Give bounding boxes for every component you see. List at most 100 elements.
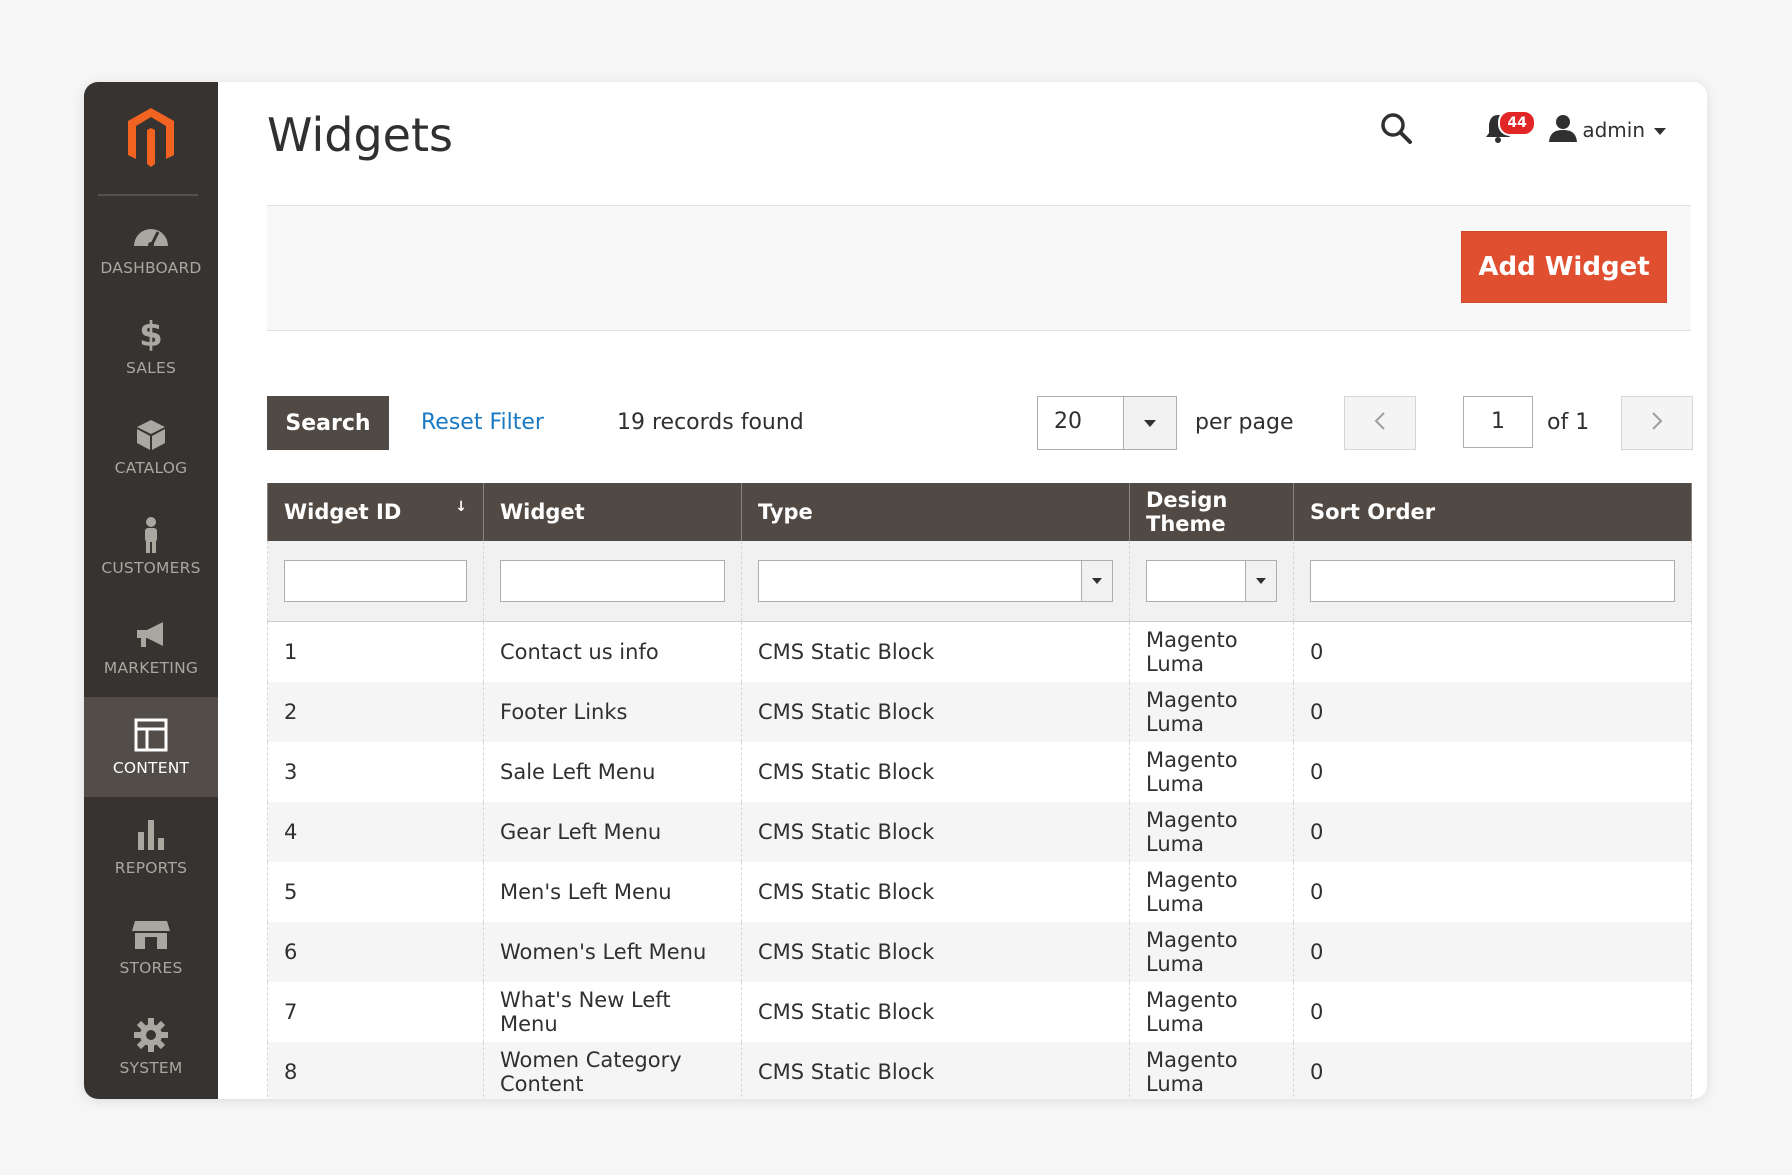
cell-design-theme: Magento Luma (1129, 802, 1294, 862)
table-row[interactable]: 4 Gear Left Menu CMS Static Block Magent… (267, 802, 1692, 862)
filter-sort-order-input[interactable] (1310, 560, 1675, 602)
filter-design-theme-select[interactable] (1146, 560, 1277, 602)
user-icon (1548, 114, 1578, 146)
nav-label: SALES (126, 359, 176, 377)
cell-widget: What's New Left Menu (483, 982, 742, 1042)
cell-widget-id: 6 (267, 922, 484, 982)
bar-chart-icon (135, 817, 167, 853)
cell-sort-order: 0 (1293, 682, 1692, 742)
filter-cell (483, 541, 742, 622)
column-header-widget-id[interactable]: Widget ID ↓ (267, 483, 484, 541)
cell-design-theme: Magento Luma (1129, 621, 1294, 682)
filter-type-select[interactable] (758, 560, 1113, 602)
table-row[interactable]: 1 Contact us info CMS Static Block Magen… (267, 621, 1692, 682)
app-window: DASHBOARD $ SALES CATALOG CUSTOMERS MARK… (84, 82, 1707, 1099)
next-page-button[interactable] (1621, 396, 1693, 450)
search-icon (1379, 111, 1413, 149)
caret-down-icon (1245, 561, 1276, 601)
nav-label: SYSTEM (119, 1059, 183, 1077)
cell-widget: Gear Left Menu (483, 802, 742, 862)
per-page-select[interactable]: 20 (1037, 396, 1177, 450)
nav-label: MARKETING (103, 659, 199, 677)
per-page-label: per page (1195, 410, 1294, 435)
table-row[interactable]: 5 Men's Left Menu CMS Static Block Magen… (267, 862, 1692, 922)
cell-type: CMS Static Block (741, 742, 1130, 802)
nav-item-system[interactable]: SYSTEM (84, 997, 218, 1097)
gear-icon (133, 1017, 169, 1053)
table-row[interactable]: 2 Footer Links CMS Static Block Magento … (267, 682, 1692, 742)
filter-cell (1293, 541, 1692, 622)
nav-item-catalog[interactable]: CATALOG (84, 397, 218, 497)
nav-item-customers[interactable]: CUSTOMERS (84, 497, 218, 597)
nav-label: CONTENT (112, 759, 190, 777)
cell-sort-order: 0 (1293, 802, 1692, 862)
cell-sort-order: 0 (1293, 922, 1692, 982)
cell-widget: Women's Left Menu (483, 922, 742, 982)
cell-sort-order: 0 (1293, 742, 1692, 802)
grid-search-button[interactable]: Search (267, 396, 389, 450)
widgets-grid: Widget ID ↓ Widget Type Design Theme Sort… (267, 483, 1692, 1099)
user-name: admin (1582, 118, 1645, 142)
filter-row (267, 541, 1692, 622)
cell-widget-id: 7 (267, 982, 484, 1042)
nav-item-marketing[interactable]: MARKETING (84, 597, 218, 697)
box-icon (135, 417, 167, 453)
cell-widget: Footer Links (483, 682, 742, 742)
reset-filter-link[interactable]: Reset Filter (421, 410, 544, 435)
page-actions-bar: Add Widget (267, 205, 1691, 331)
layout-icon (134, 717, 168, 753)
caret-down-icon (1653, 121, 1667, 140)
table-row[interactable]: 3 Sale Left Menu CMS Static Block Magent… (267, 742, 1692, 802)
filter-cell (741, 541, 1130, 622)
page-title: Widgets (267, 108, 453, 162)
nav-item-sales[interactable]: $ SALES (84, 297, 218, 397)
caret-down-icon (1081, 561, 1112, 601)
cell-widget-id: 8 (267, 1042, 484, 1099)
nav-item-reports[interactable]: REPORTS (84, 797, 218, 897)
table-row[interactable]: 6 Women's Left Menu CMS Static Block Mag… (267, 922, 1692, 982)
nav-label: REPORTS (114, 859, 188, 877)
column-header-label: Widget ID (284, 500, 402, 524)
notifications-button[interactable]: 44 (1478, 110, 1536, 150)
cell-sort-order: 0 (1293, 862, 1692, 922)
column-header-sort-order[interactable]: Sort Order (1293, 483, 1692, 541)
column-header-type[interactable]: Type (741, 483, 1130, 541)
current-page-input[interactable]: 1 (1463, 396, 1533, 448)
user-menu[interactable]: admin (1548, 114, 1667, 146)
cell-type: CMS Static Block (741, 862, 1130, 922)
megaphone-icon (133, 617, 169, 653)
grid-controls: Search Reset Filter 19 records found 20 … (267, 396, 1693, 450)
chevron-right-icon (1651, 411, 1663, 435)
previous-page-button[interactable] (1344, 396, 1416, 450)
total-pages: of 1 (1547, 410, 1590, 435)
add-widget-button[interactable]: Add Widget (1461, 231, 1667, 303)
table-row[interactable]: 7 What's New Left Menu CMS Static Block … (267, 982, 1692, 1042)
nav-item-content[interactable]: CONTENT (84, 697, 218, 797)
column-header-design-theme[interactable]: Design Theme (1129, 483, 1294, 541)
cell-widget: Men's Left Menu (483, 862, 742, 922)
cell-design-theme: Magento Luma (1129, 682, 1294, 742)
nav-label: CUSTOMERS (101, 559, 201, 577)
table-row[interactable]: 8 Women Category Content CMS Static Bloc… (267, 1042, 1692, 1099)
records-count: 19 records found (617, 410, 804, 435)
filter-widget-input[interactable] (500, 560, 725, 602)
nav-label: CATALOG (114, 459, 188, 477)
nav-item-dashboard[interactable]: DASHBOARD (84, 197, 218, 297)
cell-sort-order: 0 (1293, 982, 1692, 1042)
cell-widget-id: 3 (267, 742, 484, 802)
filter-widget-id-input[interactable] (284, 560, 467, 602)
cell-sort-order: 0 (1293, 1042, 1692, 1099)
filter-cell (267, 541, 484, 622)
cell-design-theme: Magento Luma (1129, 982, 1294, 1042)
nav-label: STORES (119, 959, 183, 977)
nav-item-stores[interactable]: STORES (84, 897, 218, 997)
per-page-value: 20 (1054, 409, 1082, 434)
cell-widget-id: 1 (267, 621, 484, 682)
magento-logo[interactable] (84, 82, 218, 194)
caret-down-icon[interactable] (1123, 397, 1176, 449)
sort-arrow-icon: ↓ (455, 499, 467, 515)
global-search-button[interactable] (1376, 110, 1416, 150)
cell-design-theme: Magento Luma (1129, 862, 1294, 922)
chevron-left-icon (1374, 411, 1386, 435)
column-header-widget[interactable]: Widget (483, 483, 742, 541)
